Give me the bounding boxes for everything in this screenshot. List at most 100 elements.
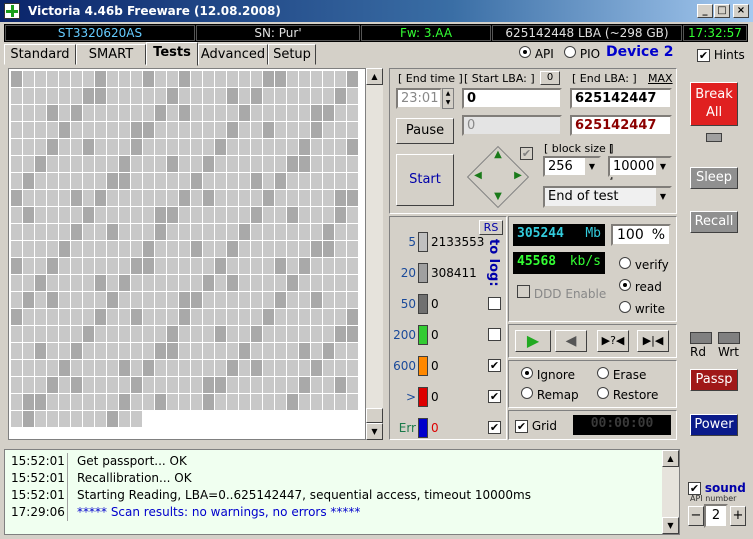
log-message: Starting Reading, LBA=0..625142447, sequ… — [77, 488, 531, 502]
end-lba-input[interactable]: 625142447 — [570, 88, 672, 109]
block-cell — [107, 190, 118, 206]
verify-radio[interactable]: verify — [619, 257, 669, 272]
block-cell — [107, 224, 118, 240]
log-threshold-checkbox[interactable]: ✔ — [488, 390, 501, 403]
read-radio[interactable]: read — [619, 279, 662, 294]
tab-tests[interactable]: Tests — [146, 42, 198, 66]
block-cell — [155, 71, 166, 87]
ignore-radio[interactable]: Ignore — [521, 367, 575, 382]
minimize-button[interactable]: _ — [697, 4, 713, 18]
block-cell — [23, 122, 34, 138]
start-button[interactable]: Start — [396, 154, 454, 206]
end-lba-max-button[interactable]: MAX — [648, 72, 673, 85]
block-cell — [347, 88, 358, 104]
power-button[interactable]: Power — [690, 414, 738, 436]
block-cell — [155, 190, 166, 206]
log-threshold-checkbox[interactable] — [488, 328, 501, 341]
pause-button[interactable]: Pause — [396, 118, 454, 144]
passp-button[interactable]: Passp — [690, 369, 738, 391]
write-radio[interactable]: write — [619, 301, 665, 316]
block-cell — [347, 377, 358, 393]
direction-checkbox[interactable]: ✔ — [520, 147, 533, 160]
block-cell — [59, 71, 70, 87]
recall-button[interactable]: Recall — [690, 211, 738, 233]
seek-unknown-icon[interactable]: ▶?◀ — [597, 330, 629, 352]
block-cell — [47, 275, 58, 291]
scroll-up-button[interactable]: ▲ — [366, 68, 383, 85]
log-threshold-checkbox[interactable]: ✔ — [488, 421, 501, 434]
timeout-select[interactable]: 10000 ▼ — [608, 156, 672, 177]
verify-label: verify — [634, 258, 669, 272]
log-entry: 17:29:06 ***** Scan results: no warnings,… — [5, 504, 663, 521]
start-lba-zero-button[interactable]: 0 — [540, 71, 560, 85]
block-size-select[interactable]: 256 ▼ — [543, 156, 601, 177]
tab-setup[interactable]: Setup — [268, 44, 316, 65]
block-map-scrollbar[interactable]: ▲ ▼ — [366, 68, 383, 440]
block-cell — [71, 71, 82, 87]
block-cell — [215, 105, 226, 121]
close-button[interactable]: × — [733, 4, 749, 18]
block-cell — [95, 326, 106, 342]
block-cell — [179, 326, 190, 342]
block-cell — [203, 71, 214, 87]
block-cell — [155, 224, 166, 240]
log-scrollbar[interactable]: ▲ ▼ — [662, 450, 679, 534]
block-cell — [107, 122, 118, 138]
block-cell — [179, 275, 190, 291]
log-threshold-checkbox[interactable] — [488, 297, 501, 310]
api-radio[interactable]: API — [519, 46, 554, 61]
sound-checkbox[interactable]: ✔ sound — [688, 481, 746, 495]
block-cell — [335, 88, 346, 104]
play-icon[interactable]: ▶ — [515, 330, 551, 352]
scroll-down-button[interactable]: ▼ — [366, 423, 383, 440]
end-time-spinner[interactable]: ▲ ▼ — [442, 88, 454, 109]
end-action-dropdown-icon[interactable]: ▼ — [656, 188, 670, 206]
block-cell — [263, 173, 274, 189]
restore-radio[interactable]: Restore — [597, 387, 658, 402]
stats-row: 600 0 ✔ — [390, 355, 508, 377]
pio-radio-dot — [564, 46, 576, 58]
arrow-left-icon[interactable]: ◀ — [471, 170, 485, 184]
grid-checkbox[interactable]: ✔ Grid — [515, 419, 557, 433]
block-cell — [155, 88, 166, 104]
log-scroll-down-button[interactable]: ▼ — [662, 517, 679, 534]
rewind-icon[interactable]: ◀ — [555, 330, 587, 352]
arrow-down-icon[interactable]: ▼ — [490, 191, 506, 205]
block-size-dropdown-icon[interactable]: ▼ — [585, 158, 599, 175]
api-minus-button[interactable]: − — [688, 506, 704, 526]
block-cell — [167, 241, 178, 257]
block-cell — [143, 258, 154, 274]
api-number-field[interactable]: 2 — [704, 504, 728, 528]
start-lba-input[interactable]: 0 — [462, 88, 562, 109]
end-time-input[interactable]: 23:01 — [396, 88, 442, 109]
ddd-enable-checkbox[interactable]: DDD Enable — [517, 285, 606, 301]
log-scroll-up-button[interactable]: ▲ — [662, 450, 679, 467]
tab-standard[interactable]: Standard — [4, 44, 76, 65]
erase-radio[interactable]: Erase — [597, 367, 646, 382]
hints-checkbox[interactable]: ✔ Hints — [697, 48, 745, 62]
block-cell — [311, 343, 322, 359]
remap-radio[interactable]: Remap — [521, 387, 579, 402]
block-cell — [167, 309, 178, 325]
end-action-select[interactable]: End of test ▼ — [543, 186, 672, 208]
block-cell — [167, 122, 178, 138]
api-plus-button[interactable]: + — [730, 506, 746, 526]
clock: 17:32:57 — [683, 25, 747, 41]
tab-advanced[interactable]: Advanced — [198, 44, 268, 65]
timeout-dropdown-icon[interactable]: ▼ — [656, 158, 670, 175]
arrow-right-icon[interactable]: ▶ — [511, 170, 525, 184]
timer-display: 00:00:00 — [573, 415, 671, 435]
skip-end-icon[interactable]: ▶|◀ — [637, 330, 669, 352]
sleep-button[interactable]: Sleep — [690, 167, 738, 189]
tab-smart[interactable]: SMART — [76, 44, 146, 65]
block-cell — [323, 394, 334, 410]
pio-radio[interactable]: PIO — [564, 46, 600, 61]
maximize-button[interactable]: □ — [714, 4, 730, 18]
log-threshold-checkbox[interactable]: ✔ — [488, 359, 501, 372]
arrow-up-icon[interactable]: ▲ — [490, 149, 506, 163]
stats-color-swatch — [418, 232, 428, 252]
block-cell — [335, 224, 346, 240]
break-all-button[interactable]: Break All — [690, 82, 738, 126]
scroll-thumb[interactable] — [366, 408, 383, 423]
block-cell — [47, 343, 58, 359]
